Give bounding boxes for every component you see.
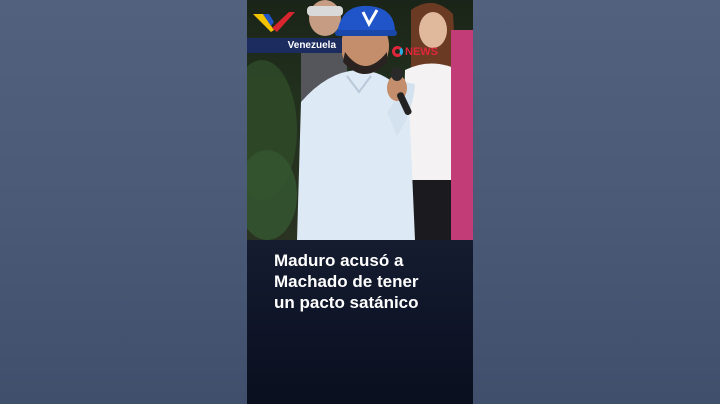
news-logo-word: NEWS xyxy=(405,46,438,58)
video-frame[interactable]: Venezuela NEWS Maduro acusó a Machado de… xyxy=(247,0,473,404)
headline-line: un pacto satánico xyxy=(274,293,419,312)
background-person-right xyxy=(451,30,473,240)
venezuela-logo-icon xyxy=(253,12,295,32)
headline: Maduro acusó a Machado de tener un pacto… xyxy=(274,250,464,313)
news-logo-mark xyxy=(392,46,403,57)
blurred-background-right xyxy=(473,0,720,404)
page-background: Venezuela NEWS Maduro acusó a Machado de… xyxy=(0,0,720,404)
location-tag: Venezuela xyxy=(247,38,342,53)
video-scene xyxy=(247,0,473,240)
blurred-background-left xyxy=(0,0,247,404)
headline-line: Maduro acusó a xyxy=(274,251,404,270)
news-logo-icon: NEWS xyxy=(392,43,438,61)
headline-line: Machado de tener xyxy=(274,272,419,291)
